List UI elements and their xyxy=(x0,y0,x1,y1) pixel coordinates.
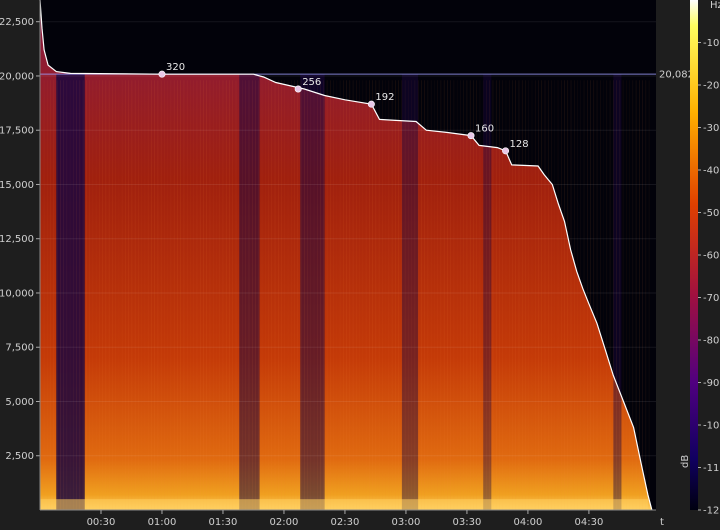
x-tick-label: 02:30 xyxy=(331,517,360,528)
x-tick-label: 04:00 xyxy=(514,517,543,528)
x-axis: 00:30 01:00 01:30 02:00 02:30 03:00 03:30 04:00… xyxy=(40,509,656,528)
y-tick-label: 7,500 xyxy=(5,343,34,354)
bitrate-label: 256 xyxy=(302,77,321,88)
colorbar-tick-label: -30 xyxy=(703,123,719,134)
colorbar-tick-label: -40 xyxy=(703,166,719,177)
colorbar-tick-label: -120 xyxy=(703,506,720,517)
quiet-passage xyxy=(483,74,492,510)
y-tick-label: 2,500 xyxy=(5,451,34,462)
colorbar-label: dB xyxy=(680,455,691,468)
x-axis-label: t xyxy=(660,517,664,528)
colorbar-tick-label: -80 xyxy=(703,336,719,347)
bitrate-marker xyxy=(502,147,510,155)
colorbar-tick-label: -10 xyxy=(703,38,719,49)
colorbar-ticks: -10 -20 -30 -40 -50 -60 -70 -80 -90 -100 -110 -120 xyxy=(698,38,720,517)
low-frequency-band xyxy=(40,499,648,510)
x-tick-label: 01:30 xyxy=(209,517,238,528)
y-tick-label: 10,000 xyxy=(0,288,34,299)
quiet-passage xyxy=(300,74,325,510)
colorbar-tick-label: -50 xyxy=(703,208,719,219)
y-tick-label: 17,500 xyxy=(0,126,34,137)
quiet-passage xyxy=(613,74,622,510)
y-tick-label: 12,500 xyxy=(0,234,34,245)
colorbar-tick-label: -100 xyxy=(703,421,720,432)
spectrogram-chart: 320 256 192 160 128 00:30 01:00 01:30 02:00 02:3… xyxy=(0,0,720,528)
y-tick-label: 22,500 xyxy=(0,17,34,28)
y-tick-label: 15,000 xyxy=(0,180,34,191)
bitrate-label: 320 xyxy=(166,62,185,73)
x-tick-label: 00:30 xyxy=(87,517,116,528)
colorbar-gradient xyxy=(690,0,698,510)
colorbar-tick-label: -70 xyxy=(703,293,719,304)
x-tick-label: 04:30 xyxy=(574,517,603,528)
bitrate-label: 160 xyxy=(475,124,494,135)
bitrate-marker xyxy=(467,132,475,140)
x-tick-label: 02:00 xyxy=(270,517,299,528)
y-axis-label: Hz xyxy=(710,0,720,11)
cutoff-reference-label: 20,082 xyxy=(659,70,694,81)
y-tick-label: 20,000 xyxy=(0,71,34,82)
colorbar-tick-label: -60 xyxy=(703,251,719,262)
quiet-passage xyxy=(401,74,419,510)
bitrate-label: 192 xyxy=(375,92,394,103)
colorbar-tick-label: -110 xyxy=(703,463,720,474)
bitrate-marker xyxy=(158,70,166,78)
y-tick-label: 5,000 xyxy=(5,397,34,408)
bitrate-marker xyxy=(367,100,375,108)
x-tick-label: 03:00 xyxy=(392,517,421,528)
bitrate-label: 128 xyxy=(510,139,529,150)
colorbar-tick-label: -90 xyxy=(703,378,719,389)
x-tick-label: 03:30 xyxy=(453,517,482,528)
bitrate-marker xyxy=(294,85,302,93)
plot-area: 320 256 192 160 128 xyxy=(39,0,656,511)
colorbar-tick-label: -20 xyxy=(703,81,719,92)
y-axis: 2,500 5,000 7,500 10,000 12,500 15,000 17,500 2… xyxy=(0,0,41,510)
x-tick-label: 01:00 xyxy=(148,517,177,528)
